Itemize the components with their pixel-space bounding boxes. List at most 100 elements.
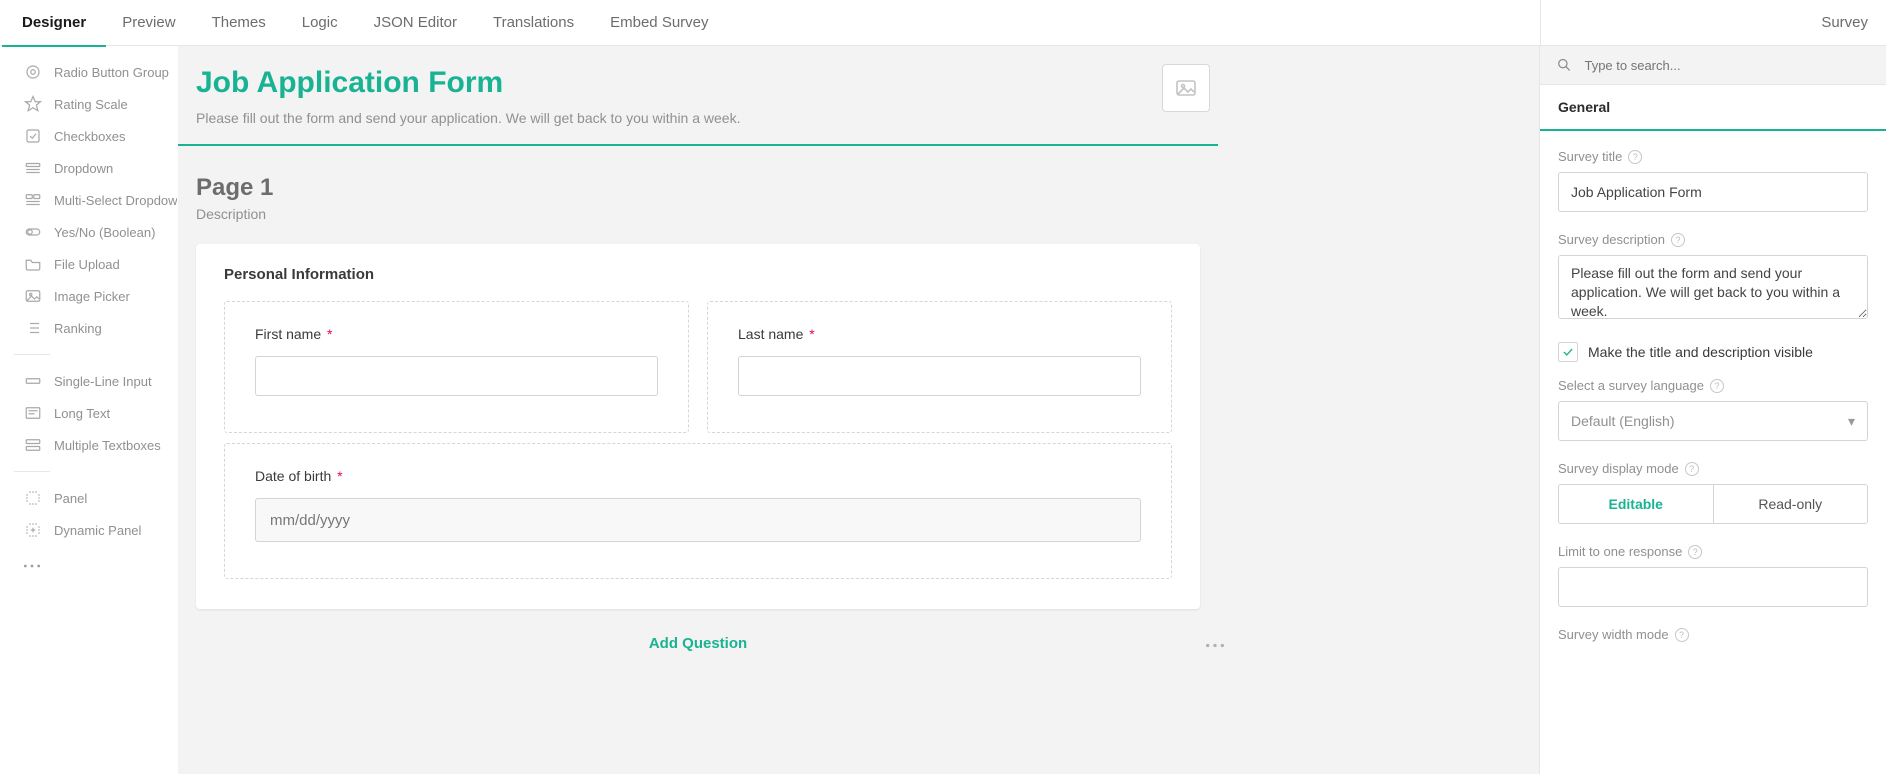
designer-canvas[interactable]: Job Application Form Please fill out the… (178, 46, 1539, 774)
survey-header[interactable]: Job Application Form Please fill out the… (178, 46, 1218, 146)
tabs: Designer Preview Themes Logic JSON Edito… (22, 0, 709, 45)
question-label[interactable]: First name * (255, 326, 658, 342)
survey-title[interactable]: Job Application Form (196, 66, 1218, 100)
field-label: Survey description? (1558, 232, 1868, 247)
tab-themes[interactable]: Themes (212, 0, 266, 46)
add-question-button[interactable]: Add Question (178, 609, 1218, 678)
property-header: Survey (1540, 0, 1886, 46)
toolbox-label: Yes/No (Boolean) (54, 225, 155, 240)
toolbox-label: Rating Scale (54, 97, 128, 112)
property-object-name[interactable]: Survey (1821, 14, 1868, 31)
field-label: Select a survey language? (1558, 378, 1868, 393)
help-icon[interactable]: ? (1710, 379, 1724, 393)
panel-icon (24, 489, 42, 507)
toolbox-multipletext[interactable]: Multiple Textboxes (0, 429, 177, 461)
limit-response-select[interactable] (1558, 567, 1868, 607)
logo-placeholder[interactable] (1162, 64, 1210, 112)
display-mode-readonly[interactable]: Read-only (1713, 485, 1868, 523)
property-search-input[interactable] (1582, 57, 1870, 74)
property-panel: Survey General Survey title? Survey desc… (1539, 46, 1886, 774)
radio-icon (24, 63, 42, 81)
select-value: Default (English) (1571, 413, 1675, 429)
toolbox-label: Multi-Select Dropdown (54, 193, 178, 208)
field-label: Survey display mode? (1558, 461, 1868, 476)
page-title[interactable]: Page 1 (196, 174, 1218, 202)
image-icon (1174, 76, 1198, 100)
toolbox-label: Panel (54, 491, 87, 506)
question-first-name[interactable]: First name * (224, 301, 689, 433)
textline-icon (24, 372, 42, 390)
help-icon[interactable]: ? (1675, 628, 1689, 642)
property-tab-general[interactable]: General (1540, 85, 1886, 130)
tab-designer[interactable]: Designer (22, 0, 86, 46)
language-select[interactable]: Default (English) ▾ (1558, 401, 1868, 441)
label-text: Last name (738, 326, 803, 342)
toolbox-paneldynamic[interactable]: Dynamic Panel (0, 514, 177, 546)
field-label: Survey width mode? (1558, 627, 1868, 642)
toolbox-text[interactable]: Single-Line Input (0, 365, 177, 397)
display-mode-editable[interactable]: Editable (1559, 485, 1713, 523)
help-icon[interactable]: ? (1671, 233, 1685, 247)
visible-checkbox-row[interactable]: Make the title and description visible (1558, 342, 1868, 362)
question-label[interactable]: Date of birth * (255, 468, 1141, 484)
question-dob[interactable]: Date of birth * mm/dd/yyyy (224, 443, 1172, 579)
toolbox-multiselect[interactable]: Multi-Select Dropdown (0, 184, 177, 216)
toolbox-label: Image Picker (54, 289, 130, 304)
page-description[interactable]: Description (196, 206, 1218, 222)
first-name-input[interactable] (255, 356, 658, 396)
checkbox-checked-icon[interactable] (1558, 342, 1578, 362)
tab-preview[interactable]: Preview (122, 0, 175, 46)
toolbox-dropdown[interactable]: Dropdown (0, 152, 177, 184)
help-icon[interactable]: ? (1688, 545, 1702, 559)
required-mark: * (805, 326, 814, 342)
toolbox-rating[interactable]: Rating Scale (0, 88, 177, 120)
panel-title[interactable]: Personal Information (224, 266, 1172, 283)
help-icon[interactable]: ? (1685, 462, 1699, 476)
tab-translations[interactable]: Translations (493, 0, 574, 46)
toolbox-checkboxes[interactable]: Checkboxes (0, 120, 177, 152)
tab-embed[interactable]: Embed Survey (610, 0, 708, 46)
toolbox-boolean[interactable]: Yes/No (Boolean) (0, 216, 177, 248)
page-header[interactable]: Page 1 Description (178, 146, 1218, 222)
toolbox-label: Multiple Textboxes (54, 438, 161, 453)
label-text: Date of birth (255, 468, 331, 484)
toolbox-panel[interactable]: Panel (0, 482, 177, 514)
image-icon (24, 287, 42, 305)
longtext-icon (24, 404, 42, 422)
tab-logic[interactable]: Logic (302, 0, 338, 46)
dob-input[interactable]: mm/dd/yyyy (255, 498, 1141, 542)
label-text: First name (255, 326, 321, 342)
display-mode-segmented: Editable Read-only (1558, 484, 1868, 524)
toolbox-imagepicker[interactable]: Image Picker (0, 280, 177, 312)
help-icon[interactable]: ? (1628, 150, 1642, 164)
toolbox-ranking[interactable]: Ranking (0, 312, 177, 344)
question-last-name[interactable]: Last name * (707, 301, 1172, 433)
page-more-icon[interactable] (1204, 635, 1226, 652)
toolbox-divider (14, 471, 50, 472)
toolbox-radio-group[interactable]: Radio Button Group (0, 56, 177, 88)
question-label[interactable]: Last name * (738, 326, 1141, 342)
toolbox-label: Checkboxes (54, 129, 126, 144)
toolbox: Radio Button Group Rating Scale Checkbox… (0, 46, 178, 774)
toolbox-more-button[interactable] (0, 546, 177, 582)
chevron-down-icon: ▾ (1848, 413, 1855, 430)
field-label: Limit to one response? (1558, 544, 1868, 559)
toolbox-file[interactable]: File Upload (0, 248, 177, 280)
star-icon (24, 95, 42, 113)
toolbox-label: Dynamic Panel (54, 523, 141, 538)
toolbox-label: Radio Button Group (54, 65, 169, 80)
last-name-input[interactable] (738, 356, 1141, 396)
survey-title-input[interactable] (1558, 172, 1868, 212)
toolbox-comment[interactable]: Long Text (0, 397, 177, 429)
survey-description-input[interactable] (1558, 255, 1868, 319)
toolbox-label: File Upload (54, 257, 120, 272)
checkbox-label: Make the title and description visible (1588, 344, 1813, 360)
tab-json-editor[interactable]: JSON Editor (374, 0, 457, 46)
survey-description[interactable]: Please fill out the form and send your a… (196, 110, 1218, 126)
toolbox-label: Long Text (54, 406, 110, 421)
property-search[interactable] (1540, 46, 1886, 85)
dynamic-panel-icon (24, 521, 42, 539)
multitext-icon (24, 436, 42, 454)
required-mark: * (323, 326, 332, 342)
panel-personal-info[interactable]: Personal Information First name * Last n… (196, 244, 1200, 609)
